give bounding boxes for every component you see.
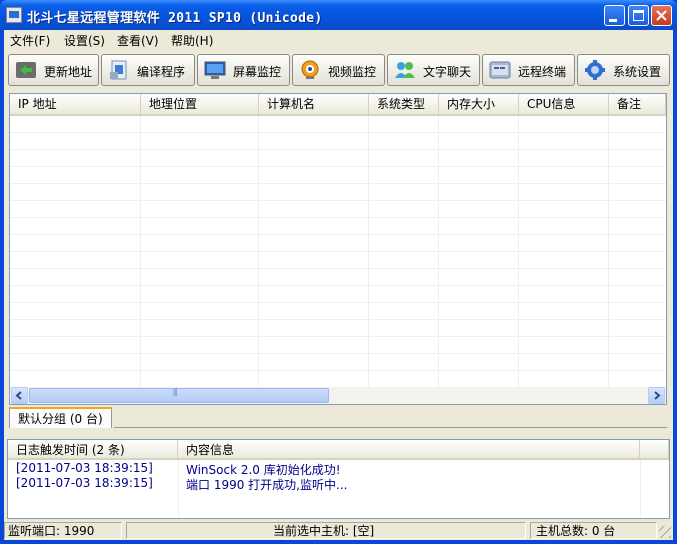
menu-bar: 文件(F) 设置(S) 查看(V) 帮助(H) (4, 30, 673, 50)
host-list-header: IP 地址 地理位置 计算机名 系统类型 内存大小 CPU信息 备注 (10, 94, 666, 116)
log-panel[interactable]: 日志触发时间 (2 条) 内容信息 [2011-07-03 18:39:15] … (7, 439, 670, 519)
window-title: 北斗七星远程管理软件 2011 SP10 (Unicode) (27, 11, 323, 26)
status-bar: 监听端口: 1990 当前选中主机: [空] 主机总数: 0 台 (4, 520, 673, 540)
column-computer-name[interactable]: 计算机名 (259, 94, 369, 114)
update-address-button[interactable]: 更新地址 (8, 54, 99, 86)
scroll-left-button[interactable] (11, 387, 28, 404)
screen-monitor-label: 屏幕监控 (233, 65, 282, 79)
group-tabs: 默认分组 (0 台) (9, 407, 667, 429)
refresh-address-icon (16, 62, 36, 78)
system-settings-button[interactable]: 系统设置 (577, 54, 670, 86)
text-chat-button[interactable]: 文字聊天 (387, 54, 480, 86)
close-button[interactable] (651, 5, 672, 26)
scroll-thumb[interactable]: ⦀ (29, 388, 329, 403)
main-window: 北斗七星远程管理软件 2011 SP10 (Unicode) 文件(F) 设置(… (0, 0, 677, 544)
log-row-time: [2011-07-03 18:39:15] (16, 461, 153, 475)
text-chat-label: 文字聊天 (423, 65, 472, 79)
close-icon (656, 10, 667, 21)
compile-program-button[interactable]: 编译程序 (101, 54, 195, 86)
status-listen-port: 监听端口: 1990 (4, 522, 122, 539)
column-cpu[interactable]: CPU信息 (519, 94, 609, 114)
status-host-count: 主机总数: 0 台 (530, 522, 657, 539)
log-row-time: [2011-07-03 18:39:15] (16, 476, 153, 490)
settings-gear-icon (585, 60, 605, 80)
screen-monitor-icon (204, 61, 226, 79)
menu-help[interactable]: 帮助(H) (171, 32, 213, 49)
app-icon[interactable] (6, 7, 22, 23)
log-header: 日志触发时间 (2 条) 内容信息 (8, 440, 669, 460)
minimize-icon (609, 19, 617, 22)
host-list[interactable]: IP 地址 地理位置 计算机名 系统类型 内存大小 CPU信息 备注 ⦀ (9, 93, 667, 405)
arrow-left-icon (15, 391, 22, 400)
compile-program-icon (110, 60, 127, 80)
menu-settings[interactable]: 设置(S) (64, 32, 105, 49)
column-log-message[interactable]: 内容信息 (178, 440, 640, 460)
log-row-message: WinSock 2.0 库初始化成功! (186, 463, 341, 477)
webcam-icon (301, 60, 319, 79)
column-ip-address[interactable]: IP 地址 (10, 94, 141, 114)
screen-monitor-button[interactable]: 屏幕监控 (197, 54, 290, 86)
title-bar[interactable]: 北斗七星远程管理软件 2011 SP10 (Unicode) (0, 0, 677, 30)
column-log-filler (640, 440, 669, 460)
host-list-body[interactable] (10, 116, 666, 388)
log-row-message: 端口 1990 打开成功,监听中... (186, 478, 348, 492)
status-selected-host: 当前选中主机: [空] (126, 522, 526, 539)
system-settings-label: 系统设置 (613, 65, 662, 79)
video-monitor-label: 视频监控 (328, 65, 377, 79)
tab-default-group[interactable]: 默认分组 (0 台) (9, 407, 112, 428)
arrow-right-icon (654, 391, 661, 400)
chat-users-icon (395, 62, 415, 78)
horizontal-scrollbar[interactable]: ⦀ (10, 387, 666, 404)
menu-file[interactable]: 文件(F) (10, 32, 50, 49)
remote-terminal-button[interactable]: 远程终端 (482, 54, 575, 86)
scroll-right-button[interactable] (648, 387, 665, 404)
minimize-button[interactable] (604, 5, 625, 26)
remote-terminal-icon (489, 61, 511, 79)
menu-view[interactable]: 查看(V) (117, 32, 159, 49)
compile-program-label: 编译程序 (137, 65, 186, 79)
remote-terminal-label: 远程终端 (518, 65, 567, 79)
column-os-type[interactable]: 系统类型 (369, 94, 439, 114)
client-area: 文件(F) 设置(S) 查看(V) 帮助(H) 更新地址 编译程序 屏幕监控 视… (4, 30, 673, 540)
column-memory[interactable]: 内存大小 (439, 94, 519, 114)
scroll-grip: ⦀ (173, 388, 178, 399)
column-log-time[interactable]: 日志触发时间 (2 条) (8, 440, 178, 460)
column-location[interactable]: 地理位置 (141, 94, 259, 114)
maximize-button[interactable] (628, 5, 649, 26)
video-monitor-button[interactable]: 视频监控 (292, 54, 385, 86)
update-address-label: 更新地址 (44, 65, 93, 79)
resize-grip[interactable] (659, 526, 671, 538)
maximize-icon (633, 10, 644, 21)
column-remark[interactable]: 备注 (609, 94, 666, 114)
toolbar: 更新地址 编译程序 屏幕监控 视频监控 文字聊天 远程终端 系统设置 (4, 52, 673, 88)
